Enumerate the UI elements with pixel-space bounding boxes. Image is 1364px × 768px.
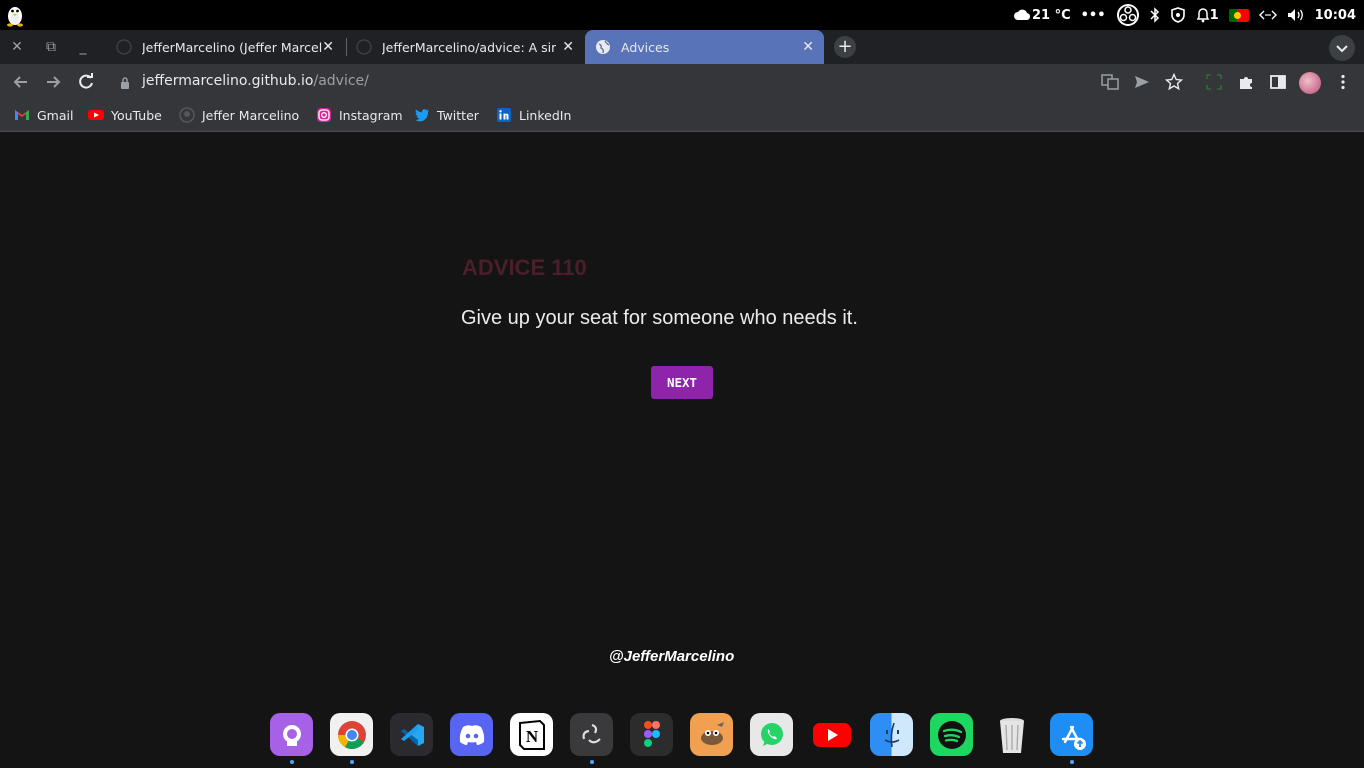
- github-icon: [356, 39, 372, 55]
- lock-icon[interactable]: [120, 75, 130, 94]
- advice-text: Give up your seat for someone who needs …: [461, 307, 858, 329]
- bookmark-label: Twitter: [437, 107, 479, 123]
- browser-tab-strip: ✕ ⧉ _ JefferMarcelino (Jeffer Marcelino)…: [0, 30, 1364, 64]
- minimize-window-icon[interactable]: _: [73, 38, 93, 56]
- tab-title: JefferMarcelino (Jeffer Marcelino): [142, 39, 322, 55]
- bookmark-gmail[interactable]: Gmail: [14, 107, 73, 123]
- running-indicator: [290, 760, 294, 764]
- volume-icon[interactable]: [1287, 0, 1305, 30]
- tab-github-profile[interactable]: JefferMarcelino (Jeffer Marcelino) ✕: [106, 30, 344, 64]
- tab-title: Advices: [621, 39, 670, 55]
- menu-kebab-icon[interactable]: [1334, 73, 1352, 91]
- network-icon[interactable]: [1258, 0, 1277, 30]
- bluetooth-icon[interactable]: [1150, 0, 1160, 30]
- bell-icon: [1196, 8, 1209, 23]
- chrome-icon[interactable]: [330, 713, 373, 764]
- youtube-icon: [88, 110, 104, 120]
- bookmark-twitter[interactable]: Twitter: [414, 107, 479, 123]
- weather-indicator[interactable]: 21 °C: [1013, 0, 1071, 30]
- back-icon[interactable]: [11, 72, 31, 92]
- github-icon: [116, 39, 132, 55]
- close-tab-icon[interactable]: ✕: [322, 39, 334, 55]
- footer-handle-link[interactable]: @JefferMarcelino: [609, 648, 734, 665]
- bookmark-label: YouTube: [111, 107, 162, 123]
- close-window-icon[interactable]: ✕: [7, 38, 27, 56]
- tab-advices[interactable]: Advices ✕: [585, 30, 824, 64]
- new-tab-button[interactable]: +: [834, 36, 856, 58]
- notion-icon[interactable]: N: [510, 713, 553, 756]
- discord-icon[interactable]: [450, 713, 493, 756]
- keyboard-layout-flag[interactable]: [1228, 0, 1249, 30]
- bookmarks-bar: Gmail YouTube Jeffer Marcelino Instagram…: [0, 100, 1364, 132]
- restore-window-icon[interactable]: ⧉: [41, 38, 61, 56]
- globe-icon: [596, 40, 610, 54]
- vscode-icon[interactable]: [390, 713, 433, 756]
- tab-search-button[interactable]: [1329, 35, 1355, 61]
- shield-icon[interactable]: [1170, 0, 1186, 30]
- bookmark-linkedin[interactable]: LinkedIn: [496, 107, 571, 123]
- instagram-icon: [317, 108, 331, 122]
- close-tab-icon[interactable]: ✕: [562, 39, 574, 55]
- send-icon[interactable]: [1133, 73, 1151, 91]
- bookmark-jeffer-marcelino[interactable]: Jeffer Marcelino: [179, 107, 299, 123]
- close-tab-icon[interactable]: ✕: [802, 39, 814, 55]
- whatsapp-icon[interactable]: [750, 713, 793, 756]
- app-store-icon[interactable]: [1050, 713, 1093, 764]
- linkedin-icon: [497, 108, 511, 122]
- chevron-down-icon: [1336, 45, 1348, 53]
- bookmark-label: Instagram: [339, 107, 403, 123]
- obs-icon[interactable]: [570, 713, 613, 764]
- twitter-icon: [415, 109, 429, 122]
- translate-icon[interactable]: [1101, 73, 1119, 91]
- bookmark-label: Gmail: [37, 107, 74, 123]
- weather-temp: 21 °C: [1031, 7, 1071, 23]
- github-icon: [179, 107, 195, 123]
- clock[interactable]: 10:04: [1315, 0, 1356, 30]
- gmail-icon: [15, 110, 29, 120]
- figma-icon[interactable]: [630, 713, 673, 756]
- dock: N: [270, 713, 1093, 768]
- finder-icon[interactable]: [870, 713, 913, 756]
- youtube-app-icon[interactable]: [810, 713, 853, 756]
- bookmark-label: LinkedIn: [519, 107, 572, 123]
- address-bar[interactable]: jeffermarcelino.github.io/advice/: [142, 73, 369, 89]
- spotify-icon[interactable]: [930, 713, 973, 756]
- obs-tray-icon[interactable]: [1116, 0, 1140, 30]
- web-page-viewport: ADVICE 110 Give up your seat for someone…: [0, 133, 1364, 768]
- browser-toolbar: jeffermarcelino.github.io/advice/: [0, 64, 1364, 100]
- trash-icon[interactable]: [990, 713, 1033, 756]
- forward-icon[interactable]: [43, 72, 63, 92]
- gimp-icon[interactable]: [690, 713, 733, 756]
- side-panel-icon[interactable]: [1269, 73, 1287, 91]
- bookmark-star-icon[interactable]: [1164, 72, 1184, 91]
- url-host: jeffermarcelino.github.io: [142, 73, 314, 89]
- linux-menu-icon[interactable]: [4, 3, 26, 27]
- next-button[interactable]: NEXT: [651, 366, 713, 399]
- svg-text:N: N: [525, 727, 538, 746]
- more-indicators[interactable]: •••: [1081, 0, 1106, 30]
- extensions-puzzle-icon[interactable]: [1237, 73, 1255, 91]
- running-indicator: [1070, 760, 1074, 764]
- notifications-count: 1: [1209, 7, 1219, 23]
- bookmark-youtube[interactable]: YouTube: [88, 107, 162, 123]
- running-indicator: [590, 760, 594, 764]
- notifications-indicator[interactable]: 1: [1196, 0, 1219, 30]
- screen-capture-icon[interactable]: [1205, 73, 1223, 91]
- github-desktop-icon[interactable]: [270, 713, 313, 764]
- tab-title: JefferMarcelino/advice: A simple: [382, 39, 556, 55]
- running-indicator: [350, 760, 354, 764]
- tab-github-repo[interactable]: JefferMarcelino/advice: A simple ✕: [346, 30, 584, 64]
- portugal-flag-icon: [1228, 8, 1249, 22]
- url-path: /advice/: [313, 73, 369, 89]
- reload-icon[interactable]: [76, 72, 96, 92]
- bookmark-label: Jeffer Marcelino: [202, 107, 300, 123]
- system-top-bar: 21 °C ••• 1 10:04: [0, 0, 1364, 30]
- bookmark-instagram[interactable]: Instagram: [316, 107, 403, 123]
- profile-avatar[interactable]: [1299, 72, 1321, 94]
- cloud-icon: [1013, 9, 1030, 21]
- advice-title: ADVICE 110: [462, 255, 587, 280]
